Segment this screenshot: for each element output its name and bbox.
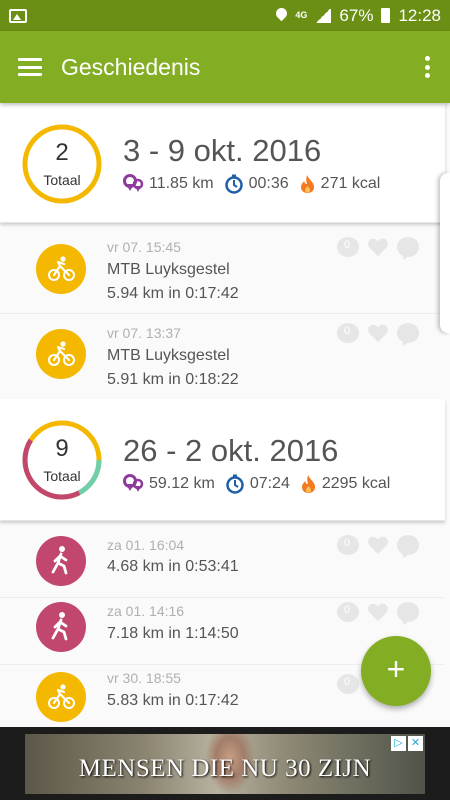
heart-icon[interactable]	[367, 535, 389, 555]
flame-icon	[300, 175, 314, 193]
activity-name: MTB Luyksgestel	[107, 261, 230, 278]
battery-percentage: 67%	[339, 5, 374, 25]
week-range-title: 26 - 2 okt. 2016	[123, 433, 339, 468]
bike-icon	[36, 244, 86, 294]
add-activity-button[interactable]: +	[361, 636, 431, 706]
week-count-label: Totaal	[43, 468, 81, 484]
heart-icon[interactable]	[367, 323, 389, 343]
comment-icon[interactable]	[397, 535, 419, 555]
ad-choices-icon[interactable]: ▷	[391, 736, 406, 751]
like-count-icon[interactable]	[337, 323, 359, 343]
week-range-title: 3 - 9 okt. 2016	[123, 133, 322, 168]
close-icon[interactable]: ✕	[408, 736, 423, 751]
week-count-ring: 9 Totaal	[21, 419, 103, 501]
gallery-notification-icon	[9, 8, 27, 23]
app-bar: Geschiedenis	[0, 31, 450, 103]
status-bar: 4G 67% 12:28	[0, 0, 450, 31]
week-stats: 11.85 km 00:36 271 kcal	[123, 174, 390, 194]
activity-metric: 7.18 km in 1:14:50	[107, 625, 239, 642]
bike-icon	[36, 672, 86, 722]
stopwatch-icon	[226, 474, 244, 494]
week-duration: 00:36	[248, 175, 289, 192]
week-calories: 271 kcal	[320, 175, 381, 192]
distance-icon	[123, 174, 144, 192]
walk-icon	[36, 602, 86, 652]
bike-icon	[36, 329, 86, 379]
activity-item[interactable]: vr 07. 15:45 MTB Luyksgestel 5.94 km in …	[0, 229, 445, 313]
comment-icon[interactable]	[397, 237, 419, 257]
week-stats: 59.12 km 07:24 2295 kcal	[123, 474, 400, 494]
heart-icon[interactable]	[367, 602, 389, 622]
heart-icon[interactable]	[367, 237, 389, 257]
week-count-label: Totaal	[43, 172, 81, 188]
activity-metric: 5.94 km in 0:17:42	[107, 285, 239, 302]
activity-name: MTB Luyksgestel	[107, 347, 230, 364]
like-count-icon[interactable]	[337, 237, 359, 257]
network-type: 4G	[295, 10, 308, 20]
menu-icon[interactable]	[18, 58, 42, 76]
comment-icon[interactable]	[397, 323, 419, 343]
divider	[0, 313, 445, 314]
battery-icon	[381, 8, 391, 23]
ad-banner[interactable]: MENSEN DIE NU 30 ZIJN ▷ ✕	[0, 727, 450, 800]
activity-metric: 5.91 km in 0:18:22	[107, 371, 239, 388]
distance-icon	[123, 474, 144, 492]
week-count: 9	[55, 435, 69, 462]
page-title: Geschiedenis	[61, 53, 201, 80]
stopwatch-icon	[224, 174, 243, 194]
week-summary[interactable]: 9 Totaal 26 - 2 okt. 2016 59.12 km 07:24	[0, 399, 445, 521]
week-distance: 59.12 km	[149, 475, 215, 492]
divider	[0, 597, 445, 598]
location-icon	[276, 8, 287, 23]
activity-date: za 01. 14:16	[107, 603, 185, 619]
activity-date: vr 30. 18:55	[107, 670, 181, 686]
signal-icon	[315, 8, 332, 23]
week-calories: 2295 kcal	[321, 475, 391, 492]
week-summary[interactable]: 2 Totaal 3 - 9 okt. 2016 11.85 km 00:36	[0, 103, 445, 223]
activity-date: vr 07. 13:37	[107, 325, 181, 341]
activity-metric: 4.68 km in 0:53:41	[107, 558, 239, 575]
week-distance: 11.85 km	[149, 175, 214, 192]
activity-date: vr 07. 15:45	[107, 239, 181, 255]
week-duration: 07:24	[249, 475, 290, 492]
like-count-icon[interactable]	[337, 535, 359, 555]
flame-icon	[301, 475, 315, 493]
more-options-icon[interactable]	[424, 56, 430, 78]
history-list[interactable]: 2 Totaal 3 - 9 okt. 2016 11.85 km 00:36	[0, 103, 450, 727]
ad-image[interactable]: MENSEN DIE NU 30 ZIJN ▷ ✕	[25, 734, 425, 794]
like-count-icon[interactable]	[337, 602, 359, 622]
plus-icon: +	[386, 651, 406, 687]
walk-icon	[36, 536, 86, 586]
activity-date: za 01. 16:04	[107, 537, 185, 553]
ad-text: MENSEN DIE NU 30 ZIJN	[78, 755, 372, 782]
week-count-ring: 2 Totaal	[21, 123, 103, 205]
clock: 12:28	[398, 5, 441, 25]
comment-icon[interactable]	[397, 602, 419, 622]
activity-item[interactable]: vr 07. 13:37 MTB Luyksgestel 5.91 km in …	[0, 315, 445, 399]
drawer-edge[interactable]	[440, 173, 450, 333]
week-count: 2	[55, 139, 69, 166]
activity-metric: 5.83 km in 0:17:42	[107, 692, 239, 709]
like-count-icon[interactable]	[337, 674, 359, 694]
